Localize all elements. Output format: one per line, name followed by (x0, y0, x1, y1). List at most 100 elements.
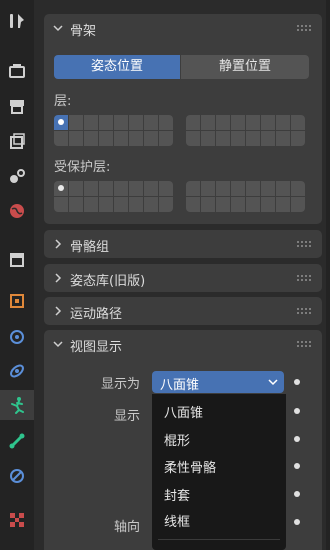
layer-cell[interactable] (201, 115, 215, 130)
protected-layer-cell[interactable] (99, 181, 113, 196)
protected-layer-cell[interactable] (69, 181, 83, 196)
keyframe-dot-icon[interactable] (294, 379, 300, 385)
layer-cell[interactable] (144, 131, 158, 146)
layer-cell[interactable] (186, 115, 200, 130)
protected-layers-grid-left[interactable] (54, 181, 173, 212)
drag-grip-icon[interactable] (296, 24, 312, 32)
layer-cell[interactable] (99, 131, 113, 146)
protected-layer-cell[interactable] (246, 181, 260, 196)
bone-groups-panel[interactable]: 骨骼组 (44, 230, 322, 258)
layer-cell[interactable] (246, 115, 260, 130)
scrollbar[interactable] (326, 0, 330, 550)
protected-layer-cell[interactable] (129, 197, 143, 212)
layer-cell[interactable] (54, 115, 68, 130)
drag-grip-icon[interactable] (296, 274, 312, 282)
tool-tab[interactable] (0, 6, 34, 36)
protected-layer-cell[interactable] (144, 197, 158, 212)
protected-layer-cell[interactable] (216, 181, 230, 196)
protected-layer-cell[interactable] (276, 197, 290, 212)
menu-item-bbone[interactable]: 柔性骨骼 (164, 457, 216, 476)
skeleton-panel-header[interactable]: 骨架 (44, 14, 322, 42)
bone-tab[interactable] (0, 426, 34, 456)
protected-layer-cell[interactable] (216, 197, 230, 212)
layer-cell[interactable] (69, 131, 83, 146)
protected-layers-grid-right[interactable] (186, 181, 305, 212)
protected-layer-cell[interactable] (129, 181, 143, 196)
layer-cell[interactable] (216, 131, 230, 146)
protected-layer-cell[interactable] (159, 197, 173, 212)
layer-cell[interactable] (99, 115, 113, 130)
motion-paths-panel[interactable]: 运动路径 (44, 297, 322, 325)
protected-layer-cell[interactable] (231, 197, 245, 212)
drag-grip-icon[interactable] (296, 340, 312, 348)
layer-cell[interactable] (144, 115, 158, 130)
keyframe-dot-icon[interactable] (294, 491, 300, 497)
protected-layer-cell[interactable] (276, 181, 290, 196)
output-tab[interactable] (0, 91, 34, 121)
layer-cell[interactable] (186, 131, 200, 146)
protected-layer-cell[interactable] (201, 181, 215, 196)
protected-layer-cell[interactable] (54, 197, 68, 212)
layer-cell[interactable] (159, 131, 173, 146)
layers-grid-right[interactable] (186, 115, 305, 146)
layer-cell[interactable] (54, 131, 68, 146)
layer-cell[interactable] (129, 131, 143, 146)
protected-layer-cell[interactable] (99, 197, 113, 212)
keyframe-dot-icon[interactable] (294, 408, 300, 414)
protected-layer-cell[interactable] (261, 197, 275, 212)
protected-layer-cell[interactable] (201, 197, 215, 212)
bone-constraint-tab[interactable] (0, 461, 34, 491)
layer-cell[interactable] (276, 115, 290, 130)
layer-cell[interactable] (261, 115, 275, 130)
layer-cell[interactable] (231, 115, 245, 130)
keyframe-dot-icon[interactable] (294, 436, 300, 442)
view-layer-tab[interactable] (0, 126, 34, 156)
protected-layer-cell[interactable] (231, 181, 245, 196)
protected-layer-cell[interactable] (114, 181, 128, 196)
menu-item-wire[interactable]: 线框 (164, 511, 190, 530)
layer-cell[interactable] (84, 115, 98, 130)
protected-layer-cell[interactable] (54, 181, 68, 196)
protected-layer-cell[interactable] (84, 197, 98, 212)
render-tab[interactable] (0, 56, 34, 86)
display-as-dropdown[interactable]: 八面锥 (152, 371, 284, 393)
scene-tab[interactable] (0, 161, 34, 191)
menu-item-stick[interactable]: 棍形 (164, 430, 190, 449)
protected-layer-cell[interactable] (159, 181, 173, 196)
menu-item-octahedral[interactable]: 八面锥 (164, 402, 203, 421)
layer-cell[interactable] (84, 131, 98, 146)
layer-cell[interactable] (69, 115, 83, 130)
layer-cell[interactable] (231, 131, 245, 146)
protected-layer-cell[interactable] (84, 181, 98, 196)
layer-cell[interactable] (114, 115, 128, 130)
protected-layer-cell[interactable] (246, 197, 260, 212)
viewport-display-header[interactable]: 视图显示 (44, 330, 322, 358)
menu-item-envelope[interactable]: 封套 (164, 485, 190, 504)
collection-tab[interactable] (0, 244, 34, 274)
layer-cell[interactable] (216, 115, 230, 130)
layer-cell[interactable] (276, 131, 290, 146)
protected-layer-cell[interactable] (186, 197, 200, 212)
layer-cell[interactable] (246, 131, 260, 146)
protected-layer-cell[interactable] (186, 181, 200, 196)
texture-tab[interactable] (0, 505, 34, 535)
object-tab[interactable] (0, 286, 34, 316)
protected-layer-cell[interactable] (144, 181, 158, 196)
layer-cell[interactable] (159, 115, 173, 130)
protected-layer-cell[interactable] (291, 181, 305, 196)
protected-layer-cell[interactable] (291, 197, 305, 212)
modifier-tab[interactable] (0, 321, 34, 351)
layer-cell[interactable] (291, 131, 305, 146)
armature-data-tab[interactable] (0, 390, 34, 420)
keyframe-dot-icon[interactable] (294, 463, 300, 469)
drag-grip-icon[interactable] (296, 307, 312, 315)
rest-position-button[interactable]: 静置位置 (181, 55, 309, 79)
layer-cell[interactable] (261, 131, 275, 146)
keyframe-dot-icon[interactable] (294, 519, 300, 525)
pose-library-panel[interactable]: 姿态库(旧版) (44, 264, 322, 292)
protected-layer-cell[interactable] (261, 181, 275, 196)
particles-tab[interactable] (0, 356, 34, 386)
protected-layer-cell[interactable] (69, 197, 83, 212)
layers-grid-left[interactable] (54, 115, 173, 146)
layer-cell[interactable] (129, 115, 143, 130)
